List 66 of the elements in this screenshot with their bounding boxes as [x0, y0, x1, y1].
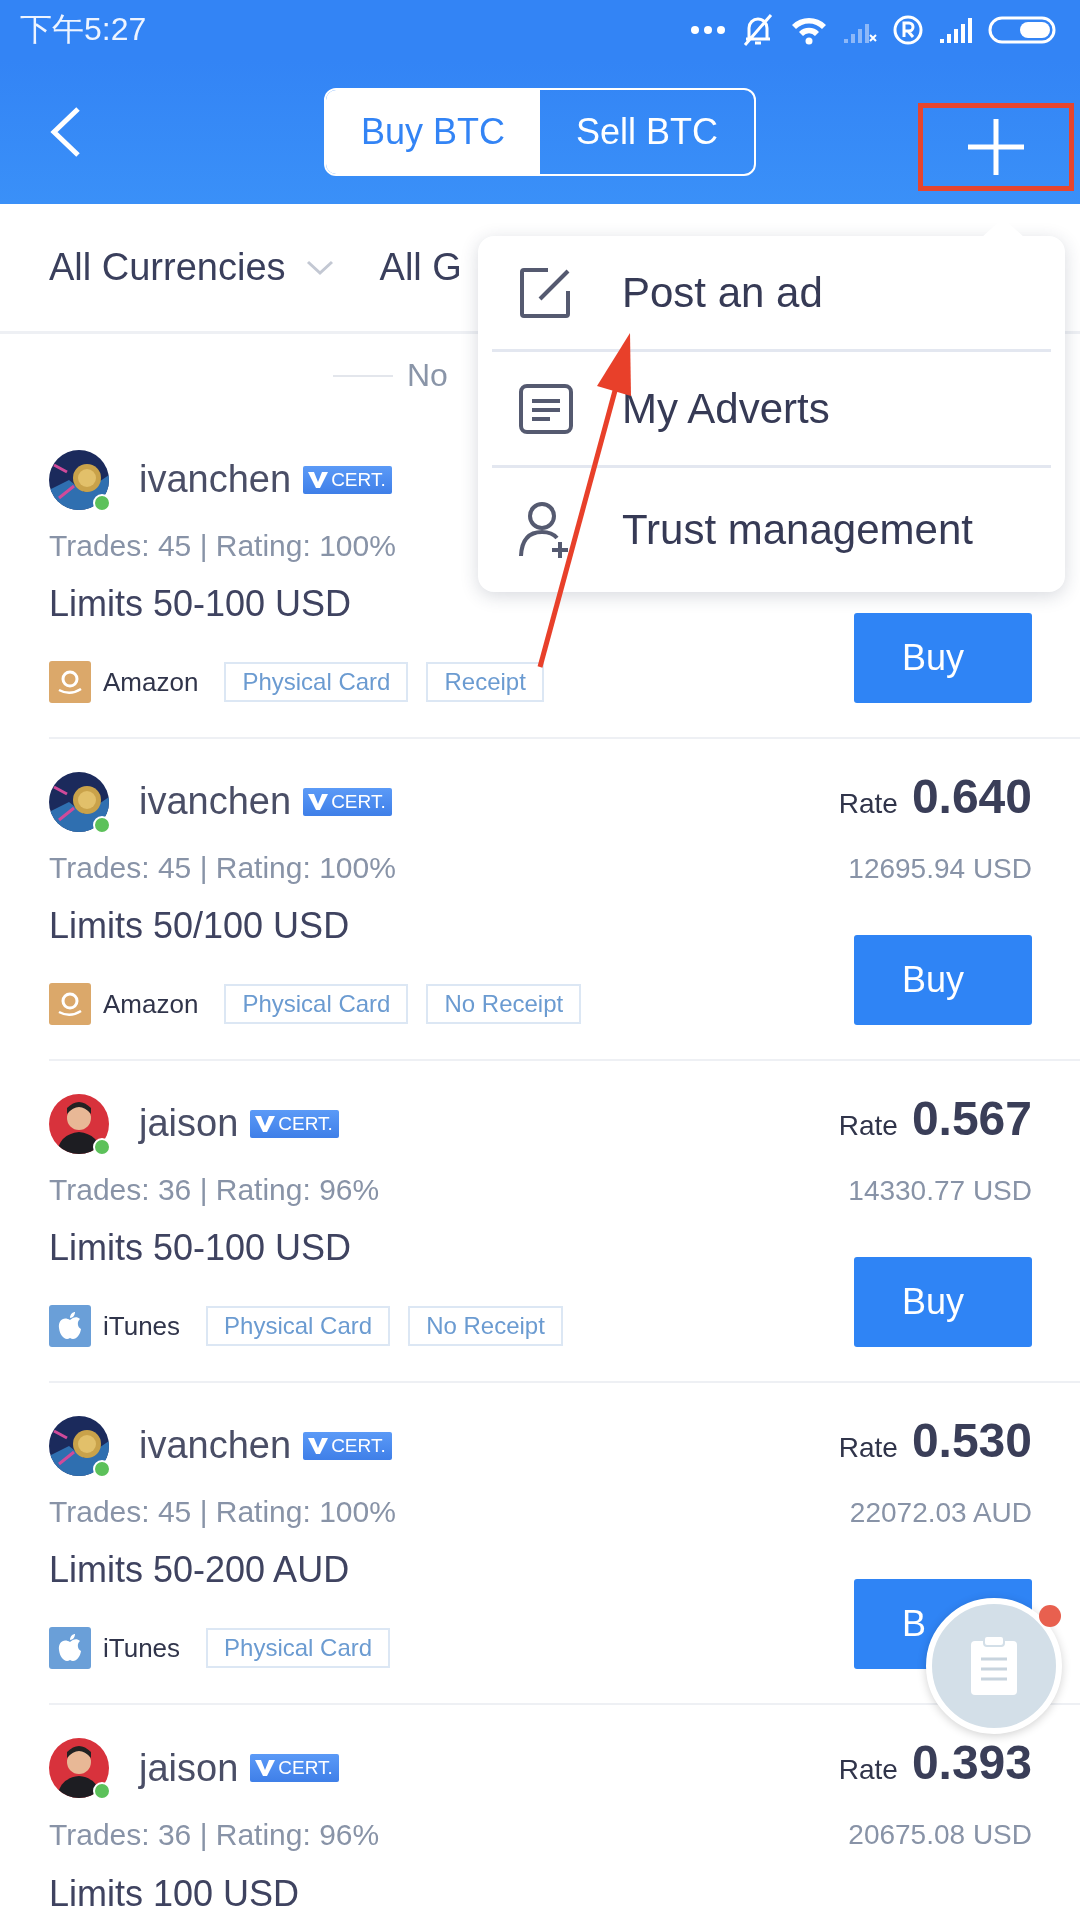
amazon-logo-icon — [49, 661, 91, 703]
tag: Physical Card — [224, 984, 409, 1024]
apple-logo-icon — [49, 1627, 91, 1669]
rate-label: Rate — [838, 788, 898, 820]
username[interactable]: jaison — [139, 1746, 239, 1790]
limits-text: Limits 50/100 USD — [49, 904, 351, 949]
limits-text: Limits 100 USD — [49, 1872, 301, 1916]
add-button[interactable] — [918, 103, 1074, 191]
tag: No Receipt — [408, 1306, 563, 1346]
limits-text: Limits 50-100 USD — [49, 582, 353, 627]
rate-value: 0.567 — [911, 1091, 1032, 1146]
username[interactable]: jaison — [139, 1102, 239, 1146]
menu-item[interactable]: Post an ad — [492, 236, 1051, 352]
amazon-logo-icon — [49, 983, 91, 1025]
more-icon — [690, 25, 726, 35]
rate-label: Rate — [838, 1754, 898, 1786]
menu-item[interactable]: Trust management — [492, 468, 1051, 592]
trade-stats: Trades: 45 | Rating: 100% — [49, 849, 397, 886]
buy-button[interactable]: Buy — [854, 613, 1032, 703]
limits-text: Limits 50-100 USD — [49, 1226, 353, 1271]
segment-tab[interactable]: Buy BTC — [326, 90, 540, 174]
platform-name: iTunes — [103, 1310, 181, 1342]
username[interactable]: ivanchen — [139, 458, 292, 502]
buy-button[interactable]: Buy — [854, 935, 1032, 1025]
tag: Physical Card — [206, 1306, 391, 1346]
rate-value: 0.640 — [911, 769, 1032, 824]
cert-badge: CERT. — [250, 1109, 339, 1138]
amount-text: 14330.77 USD — [848, 1173, 1032, 1208]
apple-logo-icon — [49, 1305, 91, 1347]
cert-badge: CERT. — [303, 787, 392, 816]
cert-badge: CERT. — [303, 1431, 392, 1460]
trade-stats: Trades: 45 | Rating: 100% — [49, 1493, 396, 1530]
limits-text: Limits 50-200 AUD — [49, 1548, 351, 1593]
amount-text: 20675.08 USD — [848, 1818, 1032, 1852]
document-icon — [518, 382, 574, 435]
cert-badge: CERT. — [303, 465, 392, 494]
platform-name: iTunes — [103, 1632, 181, 1664]
username[interactable]: ivanchen — [139, 780, 292, 824]
rate-label: Rate — [838, 1110, 898, 1142]
platform-name: Amazon — [103, 666, 199, 698]
platform-name: Amazon — [103, 988, 199, 1020]
status-time: 下午5:27 — [20, 10, 147, 49]
clipboard-icon — [969, 1635, 1019, 1697]
rate-value: 0.393 — [911, 1735, 1032, 1790]
battery-icon — [988, 15, 1058, 45]
amount-text: 22072.03 AUD — [849, 1495, 1032, 1530]
wifi-icon — [790, 15, 828, 45]
amount-text: 12695.94 USD — [848, 851, 1032, 886]
cert-badge: CERT. — [250, 1754, 339, 1782]
chevron-down-icon — [305, 259, 334, 276]
tag: Physical Card — [206, 1628, 391, 1668]
signal-icon — [938, 15, 974, 45]
filter-dropdown[interactable]: All Currencies — [26, 246, 357, 289]
buy-button[interactable]: Buy — [854, 1257, 1032, 1347]
trade-stats: Trades: 45 | Rating: 100% — [49, 527, 397, 564]
trade-stats: Trades: 36 | Rating: 96% — [49, 1171, 381, 1208]
registered-icon — [892, 14, 924, 46]
rate-value: 0.530 — [911, 1413, 1032, 1468]
tag: Receipt — [426, 662, 544, 702]
avatar — [49, 1738, 109, 1798]
notice-text: No — [407, 357, 448, 394]
rate-label: Rate — [838, 1432, 898, 1464]
username[interactable]: ivanchen — [139, 1424, 292, 1468]
tag: No Receipt — [426, 984, 582, 1024]
trade-stats: Trades: 36 | Rating: 96% — [49, 1817, 380, 1853]
tag: Physical Card — [224, 662, 409, 702]
